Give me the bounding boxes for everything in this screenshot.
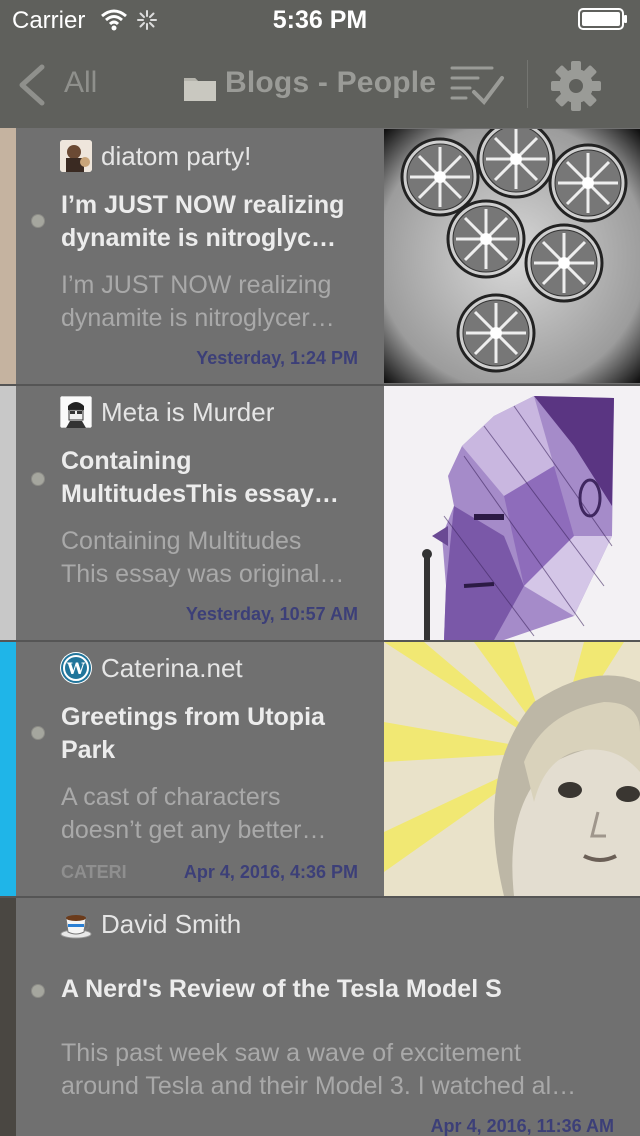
nav-divider <box>527 60 528 108</box>
story-content: Containing Multitudes This essay was ori… <box>61 525 366 591</box>
story-date: Yesterday, 1:24 PM <box>196 348 358 368</box>
feed-color-bar <box>0 128 16 384</box>
status-bar: Carrier 5:36 PM <box>0 0 640 40</box>
feed-color-bar <box>0 386 16 640</box>
story-title-line: dynamite is nitroglyc… <box>61 224 337 252</box>
feed-title: Meta is Murder <box>101 397 275 427</box>
story-content-line: around Tesla and their Model 3. I watche… <box>61 1072 577 1100</box>
story-title-line: Park <box>61 736 116 764</box>
story-image <box>384 386 640 640</box>
feed-title: Caterina.net <box>101 653 243 683</box>
story-content-line: dynamite is nitroglycer… <box>61 304 335 332</box>
story-content-line: This essay was original… <box>61 560 345 588</box>
back-button[interactable]: All <box>12 60 112 110</box>
story-content-line: Containing Multitudes <box>61 527 302 555</box>
story-title-line: Greetings from Utopia <box>61 703 325 731</box>
story-date: Yesterday, 10:57 AM <box>185 604 358 624</box>
feed-title: diatom party! <box>101 141 252 171</box>
unread-indicator <box>31 726 45 740</box>
gear-icon[interactable] <box>548 58 604 114</box>
story-date: Apr 4, 2016, 11:36 AM <box>430 1116 614 1136</box>
story-title: Containing MultitudesThis essay… <box>61 445 371 511</box>
feed-color-bar <box>0 642 16 896</box>
story-content: I’m JUST NOW realizing dynamite is nitro… <box>61 269 366 335</box>
story-content-line: A cast of characters <box>61 783 281 811</box>
story-row[interactable]: Meta is Murder Containing MultitudesThis… <box>0 386 640 640</box>
back-label: All <box>64 66 98 99</box>
unread-indicator <box>31 472 45 486</box>
story-title-line: MultitudesThis essay… <box>61 480 339 508</box>
story-date: Apr 4, 2016, 4:36 PM <box>183 862 358 882</box>
story-title-line: I’m JUST NOW realizing <box>61 191 345 219</box>
clock: 5:36 PM <box>272 6 368 34</box>
feed-favicon <box>60 140 92 172</box>
story-title: A Nerd's Review of the Tesla Model S <box>61 973 621 1006</box>
story-image <box>384 642 640 896</box>
story-content-line: I’m JUST NOW realizing <box>61 271 332 299</box>
story-content-line: doesn’t get any better… <box>61 816 327 844</box>
story-title: I’m JUST NOW realizing dynamite is nitro… <box>61 189 371 255</box>
story-author: CATERI <box>61 862 127 882</box>
story-row[interactable]: David Smith A Nerd's Review of the Tesla… <box>0 898 640 1136</box>
unread-indicator <box>31 214 45 228</box>
story-content-line: This past week saw a wave of excitement <box>61 1039 521 1067</box>
navigation-bar: All Blogs - People <box>0 40 640 128</box>
folder-icon <box>184 78 216 101</box>
coffee-cup-icon <box>60 908 92 940</box>
story-row[interactable]: diatom party! I’m JUST NOW realizing dyn… <box>0 128 640 384</box>
story-title-line: Containing <box>61 447 192 475</box>
story-image <box>384 129 640 383</box>
feed-title: David Smith <box>101 909 242 939</box>
chevron-left-icon <box>19 64 45 106</box>
folder-title: Blogs - People <box>225 66 437 99</box>
story-row[interactable]: W Caterina.net Greetings from Utopia Par… <box>0 642 640 896</box>
battery-icon <box>578 8 627 30</box>
story-title: Greetings from Utopia Park <box>61 701 371 767</box>
story-content: A cast of characters doesn’t get any bet… <box>61 781 366 847</box>
story-title-line: A Nerd's Review of the Tesla Model S <box>61 975 502 1003</box>
mark-read-icon[interactable] <box>448 62 506 108</box>
unread-indicator <box>31 984 45 998</box>
story-content: This past week saw a wave of excitement … <box>61 1037 621 1103</box>
feed-favicon <box>60 396 92 428</box>
feed-color-bar <box>0 898 16 1136</box>
svg-text:W: W <box>66 659 86 678</box>
wordpress-icon: W <box>60 652 92 684</box>
